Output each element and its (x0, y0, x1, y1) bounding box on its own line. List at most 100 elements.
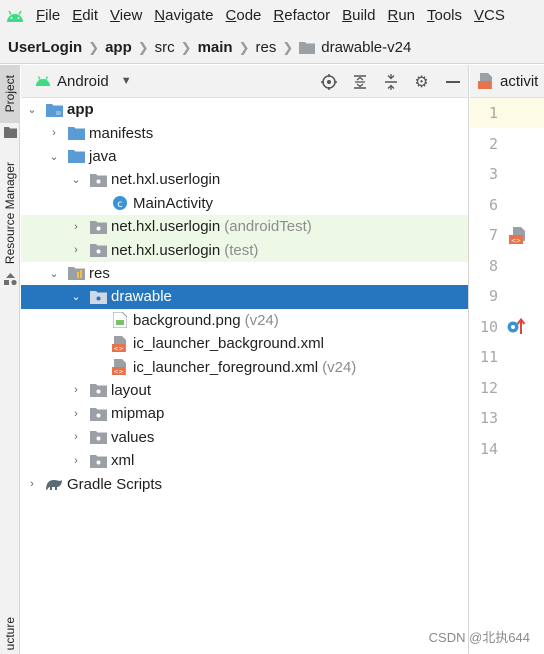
crumb-drawable-v24-label: drawable-v24 (321, 39, 412, 56)
xml-file-icon (478, 73, 492, 89)
tree-item-values[interactable]: › values (21, 426, 468, 449)
tree-item-package-androidtest[interactable]: › net.hxl.userlogin (androidTest) (21, 215, 468, 239)
menu-code[interactable]: Code (220, 0, 268, 32)
tool-window-strip: Project Resource Manager ucture (0, 65, 20, 654)
collapse-all-icon[interactable] (375, 65, 406, 98)
tree-item-label: values (111, 428, 155, 446)
tree-item-mainactivity[interactable]: c MainActivity (21, 192, 468, 215)
package-icon (89, 429, 107, 445)
tree-item-ic-launcher-background[interactable]: <> ic_launcher_background.xml (21, 332, 468, 355)
gutter-line: 13 (479, 409, 498, 427)
chevron-right-icon[interactable]: › (25, 478, 39, 490)
chevron-right-icon[interactable]: › (69, 408, 83, 420)
hide-panel-icon[interactable] (437, 65, 468, 98)
implement-marker-icon[interactable] (506, 317, 526, 335)
chevron-right-icon[interactable]: › (47, 127, 61, 139)
tab-resource-manager-label: Resource Manager (3, 161, 17, 265)
xml-gutter-icon[interactable]: <> (507, 227, 529, 247)
gutter-line: 8 (488, 257, 498, 275)
crumb-main[interactable]: main (198, 39, 233, 56)
chevron-down-icon[interactable]: ⌄ (25, 103, 39, 116)
tree-item-layout[interactable]: › layout (21, 379, 468, 402)
gear-icon[interactable]: ⚙ (406, 65, 437, 98)
chevron-right-icon[interactable]: › (69, 431, 83, 443)
menu-navigate[interactable]: Navigate (148, 0, 219, 32)
folder-icon (67, 125, 85, 141)
tree-item-label: mipmap (111, 405, 165, 423)
chevron-right-icon[interactable]: › (69, 244, 83, 256)
tab-resource-manager[interactable]: Resource Manager (0, 157, 20, 269)
package-icon (89, 172, 107, 188)
tree-item-label: net.hxl.userlogin (111, 241, 221, 259)
menu-run[interactable]: Run (381, 0, 421, 32)
chevron-right-icon: ❯ (137, 39, 149, 55)
crumb-drawable-v24[interactable]: drawable-v24 (299, 39, 411, 56)
tab-structure[interactable]: ucture (0, 613, 20, 654)
resource-folder-icon (67, 265, 85, 281)
class-icon: c (111, 195, 129, 211)
tree-item-package-test[interactable]: › net.hxl.userlogin (test) (21, 238, 468, 262)
chevron-right-icon[interactable]: › (69, 455, 83, 467)
tree-item-xml[interactable]: › xml (21, 449, 468, 472)
package-icon (89, 242, 107, 258)
editor-area: activit 1 2 3 6 7 8 9 10 11 12 13 14 <> (470, 65, 544, 654)
crumb-project[interactable]: UserLogin (8, 39, 82, 56)
tree-item-gradle-scripts[interactable]: › Gradle Scripts (21, 472, 468, 495)
tree-item-java[interactable]: ⌄ java (21, 145, 468, 168)
project-view-label: Android (57, 72, 109, 90)
package-icon (89, 406, 107, 422)
resource-manager-icon (4, 273, 17, 286)
tree-item-manifests[interactable]: › manifests (21, 121, 468, 144)
chevron-down-icon[interactable]: ⌄ (69, 173, 83, 186)
menu-build[interactable]: Build (336, 0, 381, 32)
tab-project[interactable]: Project (0, 65, 20, 123)
editor-tab[interactable]: activit (470, 65, 544, 98)
xml-file-icon: <> (111, 359, 129, 376)
menu-file[interactable]: File (30, 0, 66, 32)
chevron-right-icon[interactable]: › (69, 384, 83, 396)
breadcrumb: UserLogin ❯ app ❯ src ❯ main ❯ res ❯ dra… (0, 32, 544, 64)
tree-item-label: java (89, 147, 117, 165)
package-icon (89, 453, 107, 469)
android-icon (36, 76, 50, 86)
image-file-icon (111, 312, 129, 329)
chevron-down-icon[interactable]: ⌄ (69, 290, 83, 303)
svg-text:<>: <> (511, 238, 521, 245)
module-folder-icon (45, 102, 63, 118)
tree-item-ic-launcher-foreground[interactable]: <> ic_launcher_foreground.xml (v24) (21, 355, 468, 378)
android-logo-icon (0, 0, 30, 32)
tab-project-label: Project (3, 75, 17, 113)
tree-item-res[interactable]: ⌄ res (21, 262, 468, 285)
tree-item-mipmap[interactable]: › mipmap (21, 402, 468, 425)
menu-refactor[interactable]: Refactor (267, 0, 336, 32)
menu-edit[interactable]: Edit (66, 0, 104, 32)
tree-item-label: MainActivity (133, 194, 214, 212)
chevron-right-icon: ❯ (88, 39, 100, 55)
chevron-right-icon: ❯ (180, 39, 192, 55)
chevron-down-icon[interactable]: ⌄ (47, 150, 61, 163)
editor-tab-label: activit (500, 72, 539, 90)
crumb-module[interactable]: app (105, 39, 132, 56)
tree-item-app[interactable]: ⌄ app (21, 98, 468, 121)
tree-item-label: ic_launcher_foreground.xml (133, 358, 319, 376)
locate-icon[interactable] (313, 65, 344, 98)
tree-item-label: res (89, 264, 110, 282)
tree-item-label: net.hxl.userlogin (111, 218, 221, 236)
crumb-src[interactable]: src (155, 39, 175, 56)
crumb-res[interactable]: res (256, 39, 277, 56)
tree-item-background-png[interactable]: background.png (v24) (21, 309, 468, 332)
project-view-selector[interactable]: Android ▼ (35, 73, 132, 90)
tree-item-label: xml (111, 452, 135, 470)
tree-item-package-main[interactable]: ⌄ net.hxl.userlogin (21, 168, 468, 191)
gutter-line: 1 (470, 98, 544, 128)
expand-all-icon[interactable] (344, 65, 375, 98)
tab-structure-label: ucture (3, 616, 17, 651)
chevron-down-icon[interactable]: ⌄ (47, 267, 61, 280)
gutter-line: 2 (488, 135, 498, 153)
crumb-module-label: app (105, 39, 132, 56)
tree-item-drawable[interactable]: ⌄ drawable (21, 285, 468, 309)
menu-view[interactable]: View (104, 0, 148, 32)
menu-tools[interactable]: Tools (421, 0, 468, 32)
menu-vcs[interactable]: VCS (468, 0, 511, 32)
chevron-right-icon[interactable]: › (69, 221, 83, 233)
